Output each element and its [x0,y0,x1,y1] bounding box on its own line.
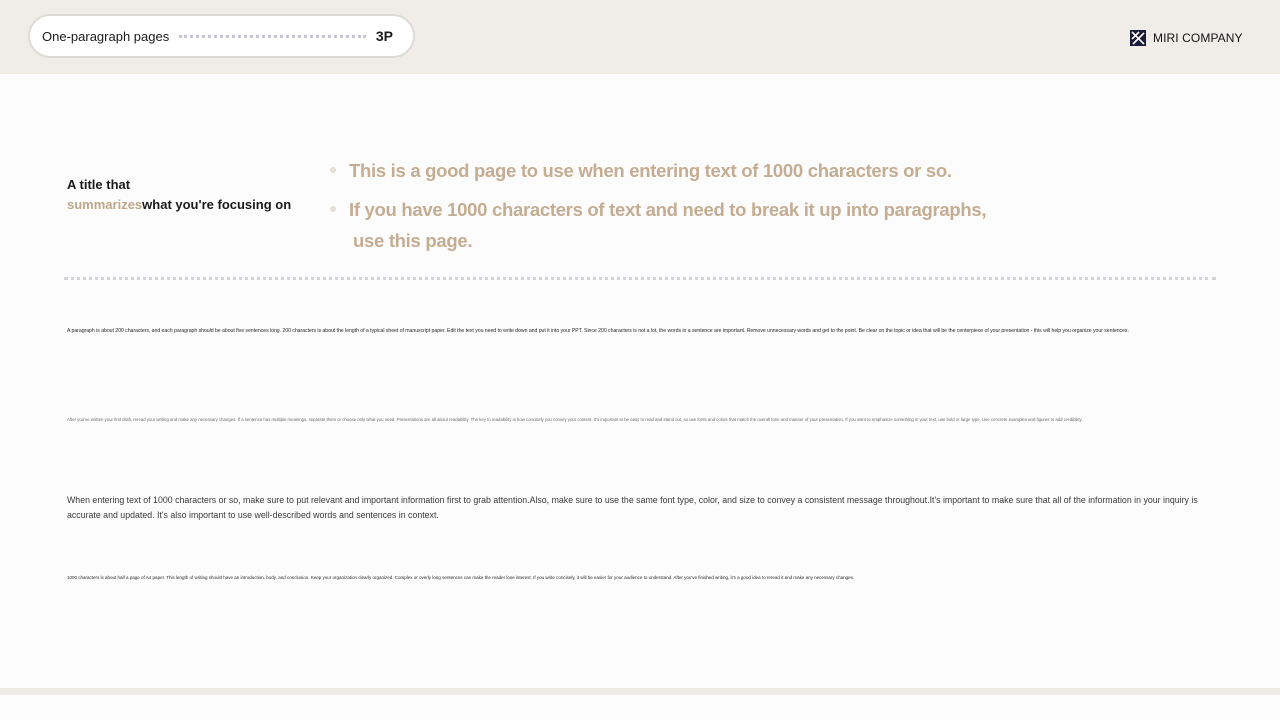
company-name: MIRI COMPANY [1153,31,1243,45]
dotted-divider [64,277,1216,280]
title-rest: what you're focusing on [142,197,292,212]
bullet-text: This is a good page to use when entering… [349,160,952,181]
paragraph-4: 1000 characters is about half a page of … [67,575,855,580]
title-line-1: A title that [67,177,131,192]
bullet-list: This is a good page to use when entering… [328,155,1008,256]
title-line-2: summarizeswhat you're focusing on [67,195,327,215]
bullet-text-line-2: use this page. [353,230,473,251]
bullet-dot-icon [330,167,336,173]
section-label: One-paragraph pages [42,28,170,44]
dotted-leader [179,34,366,38]
miri-company-logo-icon [1130,30,1146,46]
brand: MIRI COMPANY [1130,30,1243,46]
paragraph-1: A paragraph is about 200 characters, and… [67,328,1129,334]
bullet-text-line-1: If you have 1000 characters of text and … [349,199,987,220]
page-count: 3P [375,28,393,44]
bullet-item: This is a good page to use when entering… [328,155,1008,186]
paragraph-3: When entering text of 1000 characters or… [67,495,1198,520]
header-bar: One-paragraph pages 3P MIRI COMPANY [0,0,1280,74]
footer-bar [0,688,1280,695]
slide-title: A title that summarizeswhat you're focus… [67,175,327,215]
section-pill: One-paragraph pages 3P [28,14,415,58]
paragraph-2: After you've written your first draft, r… [67,417,1083,422]
bullet-dot-icon [330,206,336,212]
bullet-item: If you have 1000 characters of text and … [328,194,1008,256]
title-accent-word: summarizes [67,197,143,212]
